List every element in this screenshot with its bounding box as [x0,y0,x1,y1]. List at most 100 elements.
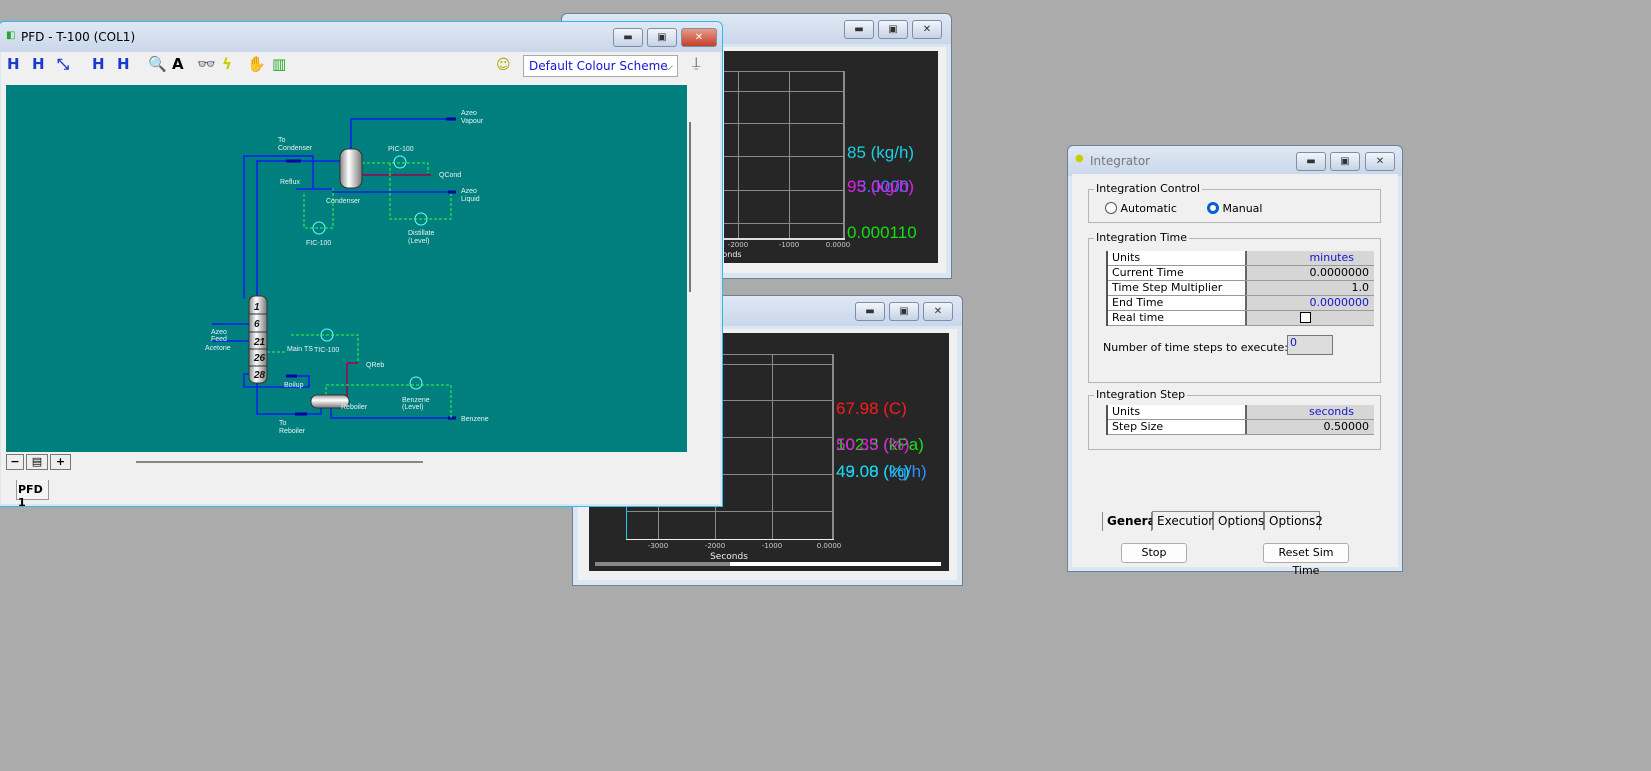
traffic-light-icon[interactable]: ▥ [272,55,286,73]
x-tick: -1000 [761,542,783,550]
tab-options[interactable]: Options [1213,511,1264,530]
row-value[interactable]: 0.0000000 [1247,266,1374,280]
pin-icon[interactable]: ⍊ [692,55,700,71]
diagram-label-feed-1: Azeo [211,329,227,336]
row-value[interactable]: 0.0000000 [1247,296,1374,310]
diagram-label-azeo-liquid-2: Liquid [461,196,480,203]
table-row: Units minutes [1108,251,1374,266]
row-value[interactable] [1247,311,1374,325]
radio-manual[interactable]: Manual [1207,202,1262,215]
colour-scheme-value: Default Colour Scheme [529,59,668,73]
minimize-button[interactable]: ▬ [844,20,874,39]
stage-label: 21 [253,337,266,348]
close-button[interactable]: ✕ [681,28,717,47]
resize-icon[interactable]: ⤡ [57,55,69,73]
integrator-window[interactable]: ● Integrator ▬ ▣ ✕ Integration Control A… [1067,145,1403,577]
row-label: Units [1108,251,1247,265]
tab-general[interactable]: General [1102,512,1160,531]
group-legend: Integration Step [1094,388,1188,401]
close-button[interactable]: ✕ [1365,152,1395,171]
diagram-label-tic: TIC-100 [314,347,339,354]
table-row: Units seconds [1108,405,1374,420]
colour-scheme-select[interactable]: Default Colour Scheme ⌵ [523,55,678,77]
diagram-label-feed-2: Feed [211,336,227,343]
process-flow-diagram: 16212628 AzeoVapourToCondenser PIC-100QCo… [205,110,489,435]
diagram-label-fic: FIC-100 [306,240,331,247]
group-legend: Integration Control [1094,182,1202,195]
colour-palette-icon[interactable]: ☺ [496,57,511,73]
close-button[interactable]: ✕ [923,302,953,321]
window-title: Integrator [1090,154,1151,168]
radio-automatic[interactable]: Automatic [1105,202,1177,215]
fit-view-icon[interactable]: ▤ [26,454,48,470]
minimize-button[interactable]: ▬ [855,302,885,321]
binoculars-icon[interactable]: 👓 [197,55,216,73]
chevron-down-icon: ⌵ [663,59,673,73]
x-axis-label: onds [722,250,742,259]
steps-label: Number of time steps to execute: [1103,341,1289,354]
zoom-in-button[interactable]: + [50,454,71,470]
integration-control-group: Integration Control Automatic Manual [1088,182,1381,223]
close-button[interactable]: ✕ [912,20,942,39]
h-break-icon[interactable]: H [117,55,130,73]
diagram-label-benzene-lvl-1: Benzene [402,397,430,404]
value-label: 85 (kg/h) [847,143,915,162]
horizontal-scrollbar[interactable] [136,461,423,463]
text-icon[interactable]: A [172,55,184,73]
minimize-button[interactable]: ▬ [1296,152,1326,171]
diagram-label-azeo-vapour-2: Vapour [461,118,484,125]
x-tick: -2000 [704,542,726,550]
title-bar[interactable]: ● Integrator ▬ ▣ ✕ [1068,146,1402,176]
h-attach-icon[interactable]: H [92,55,105,73]
maximize-button[interactable]: ▣ [1330,152,1360,171]
x-tick: -3000 [647,542,669,550]
value-label: 0.000110 [847,223,917,242]
maximize-button[interactable]: ▣ [889,302,919,321]
row-label: Units [1108,405,1247,419]
maximize-button[interactable]: ▣ [878,20,908,39]
title-bar[interactable]: ◧ PFD - T-100 (COL1) ▬ ▣ ✕ [0,22,722,52]
tab-pfd-1[interactable]: PFD 1 [16,480,49,509]
real-time-checkbox[interactable] [1300,312,1311,323]
maximize-button[interactable]: ▣ [647,28,677,47]
vertical-scrollbar[interactable] [689,122,691,292]
row-value[interactable]: seconds [1247,405,1374,419]
window-title: PFD - T-100 (COL1) [21,30,136,44]
radio-label: Automatic [1120,202,1177,215]
table-row: Current Time 0.0000000 [1108,266,1374,281]
integration-step-group: Integration Step Units seconds Step Size 0.… [1088,388,1381,450]
reset-sim-time-button[interactable]: Reset Sim Time [1263,543,1349,577]
row-value[interactable]: 1.0 [1247,281,1374,295]
diagram-label-azeo-vapour-1: Azeo [461,110,477,117]
diagram-label-qreb: QReb [366,362,384,369]
time-scrollbar[interactable] [595,562,941,566]
lightning-icon[interactable]: ϟ [222,55,232,73]
tab-options2[interactable]: Options2 [1264,511,1323,530]
diagram-label-reboiler: Reboiler [341,404,368,411]
tab-execution[interactable]: Execution [1152,511,1216,530]
table-row: Step Size 0.50000 [1108,420,1374,435]
diagram-label-feed-3: Acetone [205,345,231,352]
value-label: 50.35 (%) [836,435,910,454]
steps-input[interactable]: 0 [1287,335,1333,355]
condenser-vessel [339,148,363,189]
h-lightning-icon[interactable]: H [32,55,45,73]
integration-time-group: Integration Time Units minutes Current Tim… [1088,231,1381,383]
row-value[interactable]: 0.50000 [1247,420,1374,434]
strip-chart-plot[interactable]: -2000 -1000 0.0000 onds 85 (kg/h) 3.0000… [722,51,938,263]
row-value[interactable]: minutes [1247,251,1374,265]
diagram-label-to-condenser-1: To [278,137,286,144]
diagram-label-reflux: Reflux [280,179,300,186]
pfd-canvas[interactable]: 1 6 21 26 28 Azeo Vapour To Condenser PIC-100 QCo… [6,85,687,452]
hand-icon[interactable]: ✋ [247,55,266,73]
zoom-out-button[interactable]: − [6,454,24,470]
x-tick: -2000 [727,241,749,249]
pfd-window[interactable]: ◧ PFD - T-100 (COL1) ▬ ▣ ✕ H H ⤡ H H 🔍 A 👓 ϟ ✋ ▥ D… [0,21,723,509]
minimize-button[interactable]: ▬ [613,28,643,47]
row-label: Current Time [1108,266,1247,280]
table-row: End Time 0.0000000 [1108,296,1374,311]
stage-label: 6 [254,319,260,330]
h-icon[interactable]: H [7,55,20,73]
stop-button[interactable]: Stop [1121,543,1187,563]
magnifier-icon[interactable]: 🔍 [148,55,167,73]
